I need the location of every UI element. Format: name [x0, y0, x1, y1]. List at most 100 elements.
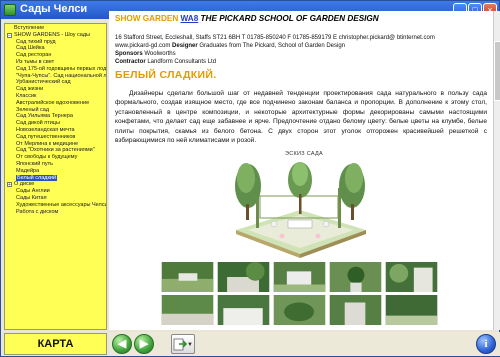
- sidebar-item-label: Художественные аксессуары Челси: [16, 201, 106, 208]
- back-button[interactable]: ◀: [112, 334, 132, 354]
- sidebar-item-label: Из тьмы в свет: [16, 58, 55, 65]
- navigation-tree: Вступление − SHOW GARDENS - Шоу сады Сад ти…: [7, 25, 106, 215]
- sidebar-tree-item[interactable]: Сад ресторан: [7, 52, 106, 59]
- sidebar-tree-item[interactable]: + О диске: [7, 181, 106, 188]
- map-button[interactable]: КАРТА: [4, 333, 107, 355]
- garden-code-link[interactable]: WA8: [181, 14, 199, 23]
- sidebar-tree-item[interactable]: Белый сладкий: [7, 174, 106, 182]
- sidebar-item-label: "Чупа-Чупсы". Сад национальной лот: [16, 72, 106, 79]
- sidebar-tree-item[interactable]: Работа с диском: [7, 209, 106, 216]
- sidebar-item-label: Зеленый сад: [16, 106, 50, 113]
- garden-description: Дизайнеры сделали большой шаг от недавне…: [115, 90, 487, 145]
- sidebar-item-label: Сад жизни: [16, 86, 44, 93]
- sidebar-tree-item[interactable]: Новозеландская мечта: [7, 127, 106, 134]
- sponsors-text: Woolworths: [144, 51, 176, 57]
- forward-arrow-icon: ▶: [139, 338, 149, 350]
- sidebar-tree-item[interactable]: Художественные аксессуары Челси: [7, 202, 106, 209]
- sidebar-item-label: Мадейра: [16, 167, 40, 174]
- photo-thumbnail[interactable]: [216, 261, 271, 293]
- vertical-scrollbar[interactable]: [493, 11, 500, 330]
- sidebar-tree-item[interactable]: Сады Англии: [7, 188, 106, 195]
- sidebar-tree-item[interactable]: Классик: [7, 93, 106, 100]
- info-icon: i: [484, 338, 488, 350]
- sidebar-item-label: Работа с диском: [16, 208, 59, 215]
- sidebar-item-label: Сад тихий пруд: [16, 38, 56, 45]
- designer-label: Designer: [172, 43, 198, 49]
- sidebar-item-label: Сад Шейка: [16, 45, 45, 52]
- info-button[interactable]: i: [476, 334, 496, 354]
- sidebar-tree-item[interactable]: Сад дикой птицы: [7, 120, 106, 127]
- sidebar-tree-item[interactable]: Сад "Охотники за растениями": [7, 147, 106, 154]
- garden-title: БЕЛЫЙ СЛАДКИЙ.: [115, 69, 217, 81]
- designer-text: Graduates from The Pickard, School of Ga…: [199, 43, 346, 49]
- forward-button[interactable]: ▶: [134, 334, 154, 354]
- sidebar-tree-item[interactable]: Зеленый сад: [7, 107, 106, 114]
- website-designer-line: www.pickard-gd.com Designer Graduates fr…: [115, 42, 489, 50]
- sidebar-tree-item[interactable]: Урбанистический сад: [7, 79, 106, 86]
- address-line: 16 Stafford Street, Eccleshall, Staffs S…: [115, 35, 435, 41]
- window-title: Сады Челси: [20, 3, 88, 15]
- sidebar-tree-item[interactable]: Сад Уильяма Тернера: [7, 113, 106, 120]
- sidebar-item-label: Классик: [16, 92, 37, 99]
- sidebar-tree-item[interactable]: Сад Шейка: [7, 45, 106, 52]
- photo-thumbnail[interactable]: [160, 294, 215, 326]
- content-panel: SHOW GARDEN WA8 THE PICKARD SCHOOL OF GA…: [109, 11, 500, 330]
- photo-thumbnail[interactable]: [160, 261, 215, 293]
- sidebar-item-label: Сад 175-ой годовщины первых лодок: [16, 65, 106, 72]
- sidebar-item-label: О диске: [14, 181, 35, 188]
- back-arrow-icon: ◀: [117, 338, 127, 350]
- sidebar-tree-panel: Вступление − SHOW GARDENS - Шоу сады Сад ти…: [4, 23, 107, 330]
- sponsors-line: Sponsors Woolworths: [115, 50, 489, 58]
- garden-sketch-image[interactable]: [226, 158, 374, 258]
- sidebar-tree-item[interactable]: Сады Китая: [7, 195, 106, 202]
- sponsors-label: Sponsors: [115, 51, 143, 57]
- photo-thumbnail[interactable]: [384, 294, 439, 326]
- website-text: www.pickard-gd.com: [115, 43, 171, 49]
- sidebar-item-label: Урбанистический сад: [16, 79, 71, 86]
- sidebar-tree-item[interactable]: Сад путешественников: [7, 134, 106, 141]
- sidebar-item-label: Сад дикой птицы: [16, 120, 60, 127]
- content-scroll-area: SHOW GARDEN WA8 THE PICKARD SCHOOL OF GA…: [109, 11, 493, 330]
- photo-thumbnail[interactable]: [272, 261, 327, 293]
- sidebar-item-label: Сад Уильяма Тернера: [16, 113, 73, 120]
- chevron-down-icon[interactable]: ▼: [187, 342, 193, 348]
- sidebar-item-label: Японский путь: [16, 160, 53, 167]
- photo-thumbnail[interactable]: [272, 294, 327, 326]
- photo-thumbnail[interactable]: [216, 294, 271, 326]
- garden-info: 16 Stafford Street, Eccleshall, Staffs S…: [115, 34, 489, 66]
- sidebar-tree-item[interactable]: Вступление: [7, 25, 106, 32]
- sidebar-item-label: Сады Англии: [16, 188, 50, 195]
- photo-thumbnail[interactable]: [384, 261, 439, 293]
- contractor-text: Landform Consultants Ltd: [147, 59, 217, 65]
- sidebar-item-label: Сад "Охотники за растениями": [16, 147, 95, 154]
- sidebar-tree-item[interactable]: Японский путь: [7, 161, 106, 168]
- scrollbar-thumb[interactable]: [494, 41, 500, 101]
- garden-header: SHOW GARDEN WA8 THE PICKARD SCHOOL OF GA…: [115, 14, 379, 23]
- sidebar-tree-item[interactable]: От свободы к будущему: [7, 154, 106, 161]
- collapse-icon[interactable]: −: [7, 32, 12, 38]
- contractor-line: Contractor Landform Consultants Ltd: [115, 58, 489, 66]
- sidebar-item-label: От Мерлина к медицине: [16, 140, 79, 147]
- export-button[interactable]: ▼: [171, 334, 195, 354]
- sketch-label: ЭСКИЗ САДА: [285, 151, 324, 157]
- school-name: THE PICKARD SCHOOL OF GARDEN DESIGN: [200, 14, 379, 23]
- sidebar-tree-item[interactable]: Сад жизни: [7, 86, 106, 93]
- sidebar-item-label: SHOW GARDENS - Шоу сады: [14, 31, 91, 38]
- sidebar-tree-item[interactable]: Сад 175-ой годовщины первых лодок: [7, 66, 106, 73]
- bottom-toolbar: ◀ ▶ ▼ i: [109, 332, 500, 356]
- sidebar-tree-item[interactable]: "Чупа-Чупсы". Сад национальной лот: [7, 73, 106, 80]
- expand-icon[interactable]: +: [7, 182, 12, 188]
- photo-thumbnail[interactable]: [328, 294, 383, 326]
- app-window: Сады Челси _ □ × Вступление − SHOW GARDENS…: [0, 0, 500, 357]
- app-icon: [4, 4, 16, 16]
- show-garden-label: SHOW GARDEN: [115, 14, 179, 23]
- sidebar-tree-item[interactable]: Из тьмы в свет: [7, 59, 106, 66]
- sidebar-tree-item[interactable]: От Мерлина к медицине: [7, 141, 106, 148]
- sidebar-tree-item[interactable]: − SHOW GARDENS - Шоу сады: [7, 32, 106, 39]
- sidebar-tree-item[interactable]: Сад тихий пруд: [7, 39, 106, 46]
- sidebar-tree-item[interactable]: Мадейра: [7, 168, 106, 175]
- sidebar-item-label: От свободы к будущему: [16, 154, 78, 161]
- sidebar-tree-item[interactable]: Австралийское вдохновение: [7, 100, 106, 107]
- photo-thumbnail[interactable]: [328, 261, 383, 293]
- contractor-label: Contractor: [115, 59, 146, 65]
